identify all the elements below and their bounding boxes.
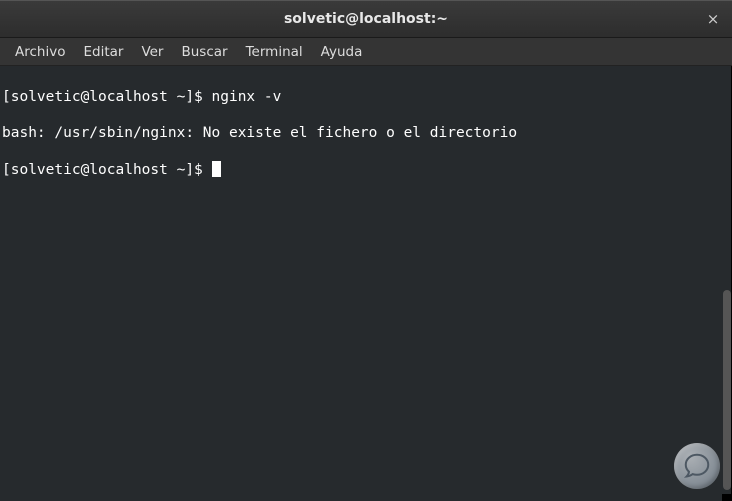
menu-archivo[interactable]: Archivo [6, 40, 74, 64]
menu-editar[interactable]: Editar [74, 40, 132, 64]
menu-buscar[interactable]: Buscar [172, 40, 236, 64]
menubar: Archivo Editar Ver Buscar Terminal Ayuda [0, 38, 732, 66]
window-title: solvetic@localhost:~ [284, 11, 448, 27]
cursor-block [212, 161, 221, 177]
speech-bubble-icon [682, 451, 712, 481]
close-icon[interactable]: × [704, 10, 722, 28]
terminal-line: [solvetic@localhost ~]$ nginx -v [2, 88, 720, 106]
terminal-line: [solvetic@localhost ~]$ [2, 161, 720, 179]
scrollbar-thumb[interactable] [723, 290, 731, 490]
prompt: [solvetic@localhost ~]$ [2, 162, 212, 178]
menu-ver[interactable]: Ver [132, 40, 172, 64]
terminal-line: bash: /usr/sbin/nginx: No existe el fich… [2, 124, 720, 142]
menu-ayuda[interactable]: Ayuda [312, 40, 372, 64]
output-text: bash: /usr/sbin/nginx: No existe el fich… [2, 125, 517, 141]
command-text: nginx -v [212, 89, 282, 105]
terminal-output[interactable]: [solvetic@localhost ~]$ nginx -v bash: /… [0, 66, 722, 501]
titlebar: solvetic@localhost:~ × [0, 0, 732, 38]
prompt: [solvetic@localhost ~]$ [2, 89, 212, 105]
menu-terminal[interactable]: Terminal [237, 40, 312, 64]
watermark-badge [674, 443, 720, 489]
